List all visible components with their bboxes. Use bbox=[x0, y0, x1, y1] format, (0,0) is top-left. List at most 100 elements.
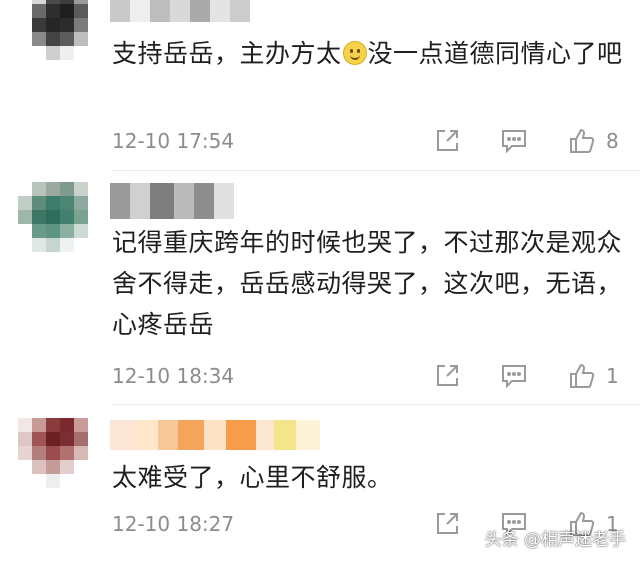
mosaic-cell bbox=[46, 32, 60, 46]
mosaic-cell bbox=[214, 183, 234, 219]
mosaic-cell bbox=[46, 210, 60, 224]
mosaic-cell bbox=[60, 46, 74, 60]
mosaic-cell bbox=[60, 210, 74, 224]
mosaic-cell bbox=[74, 460, 88, 474]
mosaic-cell bbox=[32, 18, 46, 32]
mosaic-cell bbox=[74, 46, 88, 60]
mosaic-cell bbox=[226, 420, 256, 450]
mosaic-cell bbox=[32, 182, 46, 196]
comment-icon bbox=[502, 365, 526, 389]
mosaic-cell bbox=[32, 432, 46, 446]
mosaic-cell bbox=[60, 474, 74, 488]
mosaic-cell bbox=[32, 418, 46, 432]
mosaic-cell bbox=[18, 46, 32, 60]
mosaic-cell bbox=[230, 0, 250, 22]
mosaic-cell bbox=[110, 0, 130, 22]
mosaic-cell bbox=[18, 474, 32, 488]
mosaic-cell bbox=[74, 18, 88, 32]
comment-time: 12-10 18:34 bbox=[112, 364, 235, 388]
thumbs-up-icon bbox=[570, 363, 595, 388]
thumbs-up-icon bbox=[570, 128, 595, 153]
mosaic-cell bbox=[88, 446, 102, 460]
mosaic-cell bbox=[88, 18, 102, 32]
mosaic-cell bbox=[74, 182, 88, 196]
mosaic-cell bbox=[18, 460, 32, 474]
smile-emoji bbox=[342, 41, 367, 65]
mosaic-cell bbox=[174, 183, 194, 219]
like-button[interactable]: 8 bbox=[568, 126, 619, 156]
mosaic-cell bbox=[46, 4, 60, 18]
share-button[interactable] bbox=[434, 126, 460, 156]
mosaic-cell bbox=[32, 4, 46, 18]
comment-text: 太难受了，心里不舒服。 bbox=[112, 463, 393, 492]
divider bbox=[112, 170, 640, 171]
mosaic-cell bbox=[60, 224, 74, 238]
mosaic-cell bbox=[256, 420, 274, 450]
mosaic-cell bbox=[74, 32, 88, 46]
mosaic-cell bbox=[60, 238, 74, 252]
share-button[interactable] bbox=[434, 509, 460, 539]
mosaic-cell bbox=[150, 183, 174, 219]
reply-button[interactable] bbox=[500, 126, 528, 156]
divider bbox=[112, 404, 640, 405]
mosaic-cell bbox=[88, 182, 102, 196]
mosaic-cell bbox=[46, 18, 60, 32]
mosaic-cell bbox=[88, 460, 102, 474]
comment-time: 12-10 17:54 bbox=[112, 129, 235, 153]
mosaic-cell bbox=[194, 183, 214, 219]
mosaic-cell bbox=[274, 420, 296, 450]
avatar[interactable] bbox=[18, 182, 102, 262]
mosaic-cell bbox=[88, 196, 102, 210]
mosaic-cell bbox=[18, 4, 32, 18]
username-blurred[interactable] bbox=[110, 0, 250, 22]
mosaic-cell bbox=[60, 4, 74, 18]
mosaic-cell bbox=[74, 210, 88, 224]
mosaic-cell bbox=[130, 183, 150, 219]
avatar[interactable] bbox=[18, 0, 102, 70]
mosaic-cell bbox=[74, 4, 88, 18]
mosaic-cell bbox=[46, 224, 60, 238]
mosaic-cell bbox=[60, 418, 74, 432]
mosaic-cell bbox=[60, 182, 74, 196]
mosaic-cell bbox=[110, 183, 130, 219]
mosaic-cell bbox=[32, 210, 46, 224]
mosaic-cell bbox=[134, 420, 158, 450]
mosaic-cell bbox=[88, 4, 102, 18]
mosaic-cell bbox=[46, 182, 60, 196]
mosaic-cell bbox=[46, 46, 60, 60]
username-blurred[interactable] bbox=[110, 420, 320, 450]
like-count: 1 bbox=[606, 364, 619, 388]
mosaic-cell bbox=[18, 18, 32, 32]
mosaic-cell bbox=[32, 474, 46, 488]
like-button[interactable]: 1 bbox=[568, 361, 619, 391]
share-button[interactable] bbox=[434, 361, 460, 391]
mosaic-cell bbox=[18, 224, 32, 238]
mosaic-cell bbox=[18, 196, 32, 210]
mosaic-cell bbox=[88, 418, 102, 432]
mosaic-cell bbox=[88, 210, 102, 224]
mosaic-cell bbox=[18, 432, 32, 446]
username-blurred[interactable] bbox=[110, 183, 234, 219]
mosaic-cell bbox=[46, 474, 60, 488]
avatar[interactable] bbox=[18, 418, 102, 498]
share-icon bbox=[437, 513, 458, 534]
mosaic-cell bbox=[178, 420, 204, 450]
mosaic-cell bbox=[88, 238, 102, 252]
mosaic-cell bbox=[18, 418, 32, 432]
mosaic-cell bbox=[60, 446, 74, 460]
mosaic-cell bbox=[46, 432, 60, 446]
mosaic-cell bbox=[74, 238, 88, 252]
mosaic-cell bbox=[74, 446, 88, 460]
share-icon bbox=[437, 130, 458, 151]
mosaic-cell bbox=[46, 418, 60, 432]
comment-text: 记得重庆跨年的时候也哭了，不过那次是观众舍不得走，岳岳感动得哭了，这次吧，无语，… bbox=[112, 228, 623, 339]
mosaic-cell bbox=[296, 420, 320, 450]
reply-button[interactable] bbox=[500, 361, 528, 391]
mosaic-cell bbox=[60, 196, 74, 210]
mosaic-cell bbox=[18, 210, 32, 224]
mosaic-cell bbox=[60, 18, 74, 32]
comment-icon bbox=[502, 130, 526, 154]
mosaic-cell bbox=[18, 182, 32, 196]
mosaic-cell bbox=[74, 474, 88, 488]
mosaic-cell bbox=[210, 0, 230, 22]
